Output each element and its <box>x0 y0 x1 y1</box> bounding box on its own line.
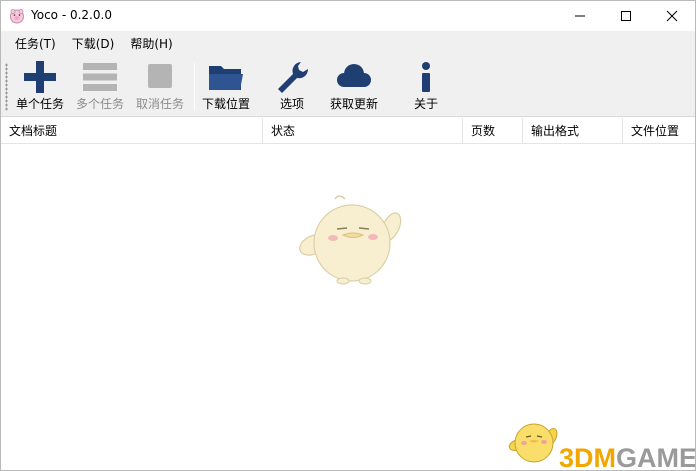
toolbar-grip[interactable] <box>5 63 8 111</box>
cancel-task-label: 取消任务 <box>135 97 184 111</box>
column-header-location[interactable]: 文件位置 <box>623 118 695 144</box>
cloud-icon <box>334 59 374 95</box>
single-task-label: 单个任务 <box>15 97 64 111</box>
list-icon <box>80 59 120 95</box>
multi-task-button[interactable]: 多个任务 <box>73 59 127 115</box>
menu-download[interactable]: 下载(D) <box>64 33 123 55</box>
wrench-icon <box>272 59 312 95</box>
plus-icon <box>20 59 60 95</box>
multi-task-label: 多个任务 <box>75 97 124 111</box>
toolbar: 单个任务 多个任务 取消任务 下载位置 选项 获取更新 关于 <box>1 57 695 117</box>
options-label: 选项 <box>279 97 304 111</box>
mascot-illustration <box>299 193 403 290</box>
minimize-icon <box>575 15 585 17</box>
about-button[interactable]: 关于 <box>399 59 453 115</box>
maximize-button[interactable] <box>603 1 649 31</box>
menu-task[interactable]: 任务(T) <box>7 33 64 55</box>
column-header-title[interactable]: 文档标题 <box>1 118 263 144</box>
single-task-button[interactable]: 单个任务 <box>13 59 67 115</box>
menu-help[interactable]: 帮助(H) <box>122 33 180 55</box>
task-table-header: 文档标题 状态 页数 输出格式 文件位置 <box>1 118 695 144</box>
options-button[interactable]: 选项 <box>265 59 319 115</box>
window-title: Yoco - 0.2.0.0 <box>31 8 112 22</box>
maximize-icon <box>621 11 631 21</box>
minimize-button[interactable] <box>557 1 603 31</box>
download-location-button[interactable]: 下载位置 <box>199 59 253 115</box>
close-icon <box>666 10 678 22</box>
stop-icon <box>140 59 180 95</box>
task-list[interactable]: 3DMGAME <box>1 145 695 470</box>
download-location-label: 下载位置 <box>201 97 250 111</box>
info-icon <box>406 59 446 95</box>
piglet-app-icon <box>9 8 25 24</box>
folder-icon <box>206 59 246 95</box>
column-header-status[interactable]: 状态 <box>263 118 463 144</box>
app-window: Yoco - 0.2.0.0 任务(T) 下载(D) 帮助(H) 单个任务 多个… <box>0 0 696 471</box>
column-header-format[interactable]: 输出格式 <box>523 118 623 144</box>
column-header-pages[interactable]: 页数 <box>463 118 523 144</box>
watermark-logo <box>507 417 559 470</box>
cancel-task-button[interactable]: 取消任务 <box>133 59 187 115</box>
menu-bar: 任务(T) 下载(D) 帮助(H) <box>1 31 695 57</box>
watermark-text: 3DMGAME <box>559 443 696 471</box>
about-label: 关于 <box>413 97 438 111</box>
title-bar[interactable]: Yoco - 0.2.0.0 <box>1 1 695 31</box>
toolbar-separator <box>194 63 195 111</box>
close-button[interactable] <box>649 1 695 31</box>
check-update-button[interactable]: 获取更新 <box>327 59 381 115</box>
check-update-label: 获取更新 <box>329 97 378 111</box>
